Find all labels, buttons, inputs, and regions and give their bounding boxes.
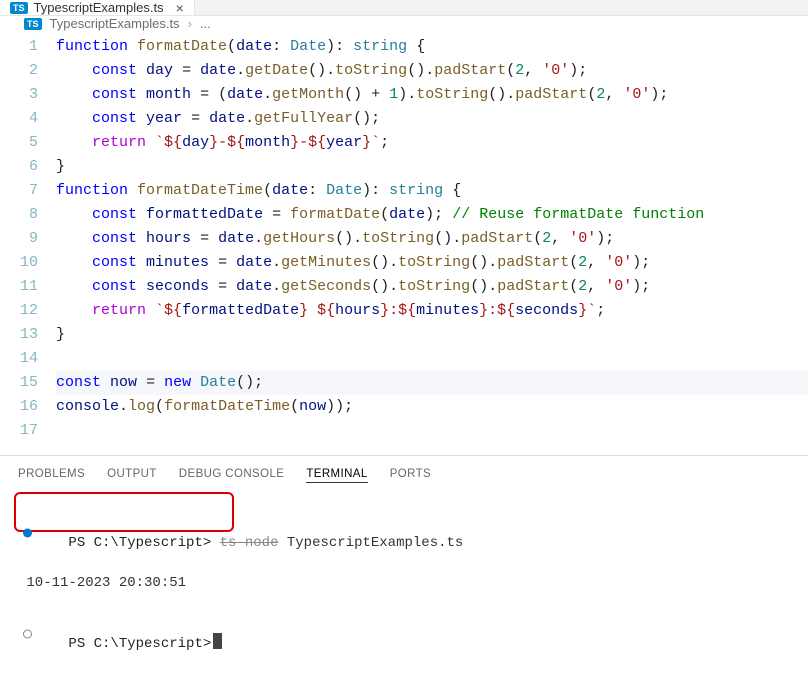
line-number: 4 bbox=[0, 107, 38, 131]
line-number: 15 bbox=[0, 371, 38, 395]
code-line: } bbox=[56, 155, 808, 179]
code-line: function formatDateTime(date: Date): str… bbox=[56, 179, 808, 203]
code-line: const formattedDate = formatDate(date); … bbox=[56, 203, 808, 227]
line-number: 6 bbox=[0, 155, 38, 179]
code-line: return `${formattedDate} ${hours}:${minu… bbox=[56, 299, 808, 323]
line-number: 16 bbox=[0, 395, 38, 419]
line-number: 12 bbox=[0, 299, 38, 323]
line-number: 7 bbox=[0, 179, 38, 203]
chevron-right-icon: › bbox=[188, 16, 192, 31]
code-line bbox=[56, 347, 808, 371]
line-number: 3 bbox=[0, 83, 38, 107]
terminal-line: PS C:\Typescript> bbox=[18, 593, 808, 674]
code-line: const hours = date.getHours().toString()… bbox=[56, 227, 808, 251]
tab-filename: TypescriptExamples.ts bbox=[34, 0, 164, 15]
tab-output[interactable]: OUTPUT bbox=[107, 466, 157, 483]
line-number: 5 bbox=[0, 131, 38, 155]
tab-terminal[interactable]: TERMINAL bbox=[306, 466, 367, 483]
line-number: 10 bbox=[0, 251, 38, 275]
code-line: const month = (date.getMonth() + 1).toSt… bbox=[56, 83, 808, 107]
terminal-command-rest: TypescriptExamples.ts bbox=[278, 535, 463, 551]
terminal-command-struck: ts-node bbox=[220, 535, 279, 551]
code-line bbox=[56, 419, 808, 443]
line-number-gutter: 1 2 3 4 5 6 7 8 9 10 11 12 13 14 15 16 1… bbox=[0, 35, 56, 443]
close-icon[interactable]: × bbox=[176, 1, 184, 15]
tab-problems[interactable]: PROBLEMS bbox=[18, 466, 85, 483]
breadcrumb-filename[interactable]: TypescriptExamples.ts bbox=[50, 16, 180, 31]
code-line: const year = date.getFullYear(); bbox=[56, 107, 808, 131]
terminal-output: 10-11-2023 20:30:51 bbox=[26, 575, 186, 591]
line-number: 13 bbox=[0, 323, 38, 347]
breadcrumb-more[interactable]: ... bbox=[200, 16, 211, 31]
line-number: 11 bbox=[0, 275, 38, 299]
line-number: 2 bbox=[0, 59, 38, 83]
line-number: 17 bbox=[0, 419, 38, 443]
editor-tab-typescriptexamples[interactable]: TS TypescriptExamples.ts × bbox=[0, 0, 195, 15]
code-line: const minutes = date.getMinutes().toStri… bbox=[56, 251, 808, 275]
line-number: 8 bbox=[0, 203, 38, 227]
code-line: } bbox=[56, 323, 808, 347]
terminal-prompt: PS C:\Typescript> bbox=[68, 636, 211, 652]
code-line: return `${day}-${month}-${year}`; bbox=[56, 131, 808, 155]
editor-tabs-bar: TS TypescriptExamples.ts × bbox=[0, 0, 808, 16]
panel-tabs: PROBLEMS OUTPUT DEBUG CONSOLE TERMINAL P… bbox=[0, 462, 808, 491]
code-line: console.log(formatDateTime(now)); bbox=[56, 395, 808, 419]
code-line: const now = new Date(); bbox=[56, 371, 808, 395]
bottom-panel: PROBLEMS OUTPUT DEBUG CONSOLE TERMINAL P… bbox=[0, 455, 808, 684]
terminal[interactable]: PS C:\Typescript> ts-node TypescriptExam… bbox=[0, 491, 808, 684]
line-number: 14 bbox=[0, 347, 38, 371]
terminal-cursor bbox=[213, 633, 222, 649]
line-number: 1 bbox=[0, 35, 38, 59]
tab-debug-console[interactable]: DEBUG CONSOLE bbox=[179, 466, 285, 483]
line-number: 9 bbox=[0, 227, 38, 251]
code-content[interactable]: function formatDate(date: Date): string … bbox=[56, 35, 808, 443]
typescript-icon: TS bbox=[10, 2, 28, 14]
code-line: function formatDate(date: Date): string … bbox=[56, 35, 808, 59]
terminal-prompt: PS C:\Typescript> bbox=[68, 535, 211, 551]
code-line: const day = date.getDate().toString().pa… bbox=[56, 59, 808, 83]
terminal-line: PS C:\Typescript> ts-node TypescriptExam… bbox=[18, 493, 808, 573]
terminal-line: 10-11-2023 20:30:51 bbox=[18, 573, 808, 593]
terminal-status-icon bbox=[23, 529, 32, 538]
code-editor[interactable]: 1 2 3 4 5 6 7 8 9 10 11 12 13 14 15 16 1… bbox=[0, 31, 808, 455]
breadcrumb: TS TypescriptExamples.ts › ... bbox=[0, 16, 808, 31]
code-line: const seconds = date.getSeconds().toStri… bbox=[56, 275, 808, 299]
typescript-icon: TS bbox=[24, 18, 42, 30]
terminal-status-icon bbox=[23, 629, 32, 638]
tab-ports[interactable]: PORTS bbox=[390, 466, 431, 483]
